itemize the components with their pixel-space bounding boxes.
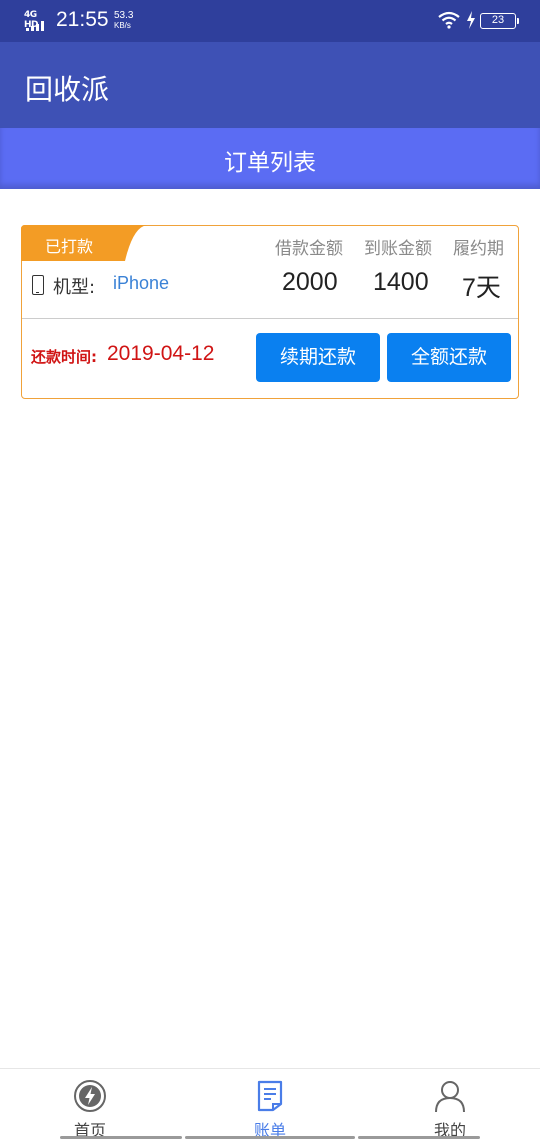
cellular-signal-icon: 4G HD — [24, 10, 50, 32]
status-badge-label: 已打款 — [45, 237, 94, 256]
home-indicator — [60, 1136, 182, 1139]
home-bolt-icon — [74, 1080, 106, 1112]
user-profile-icon — [435, 1081, 465, 1113]
renew-repay-button[interactable]: 续期还款 — [256, 333, 380, 382]
page-title: 订单列表 — [224, 150, 316, 176]
speed-value: 53.3 — [114, 10, 134, 21]
full-repay-button[interactable]: 全额还款 — [387, 333, 511, 382]
due-date-value: 2019-04-12 — [107, 342, 215, 365]
wifi-icon — [438, 11, 460, 29]
battery-level: 23 — [491, 14, 505, 26]
received-amount-header: 到账金额 — [364, 239, 432, 259]
status-badge: 已打款 — [21, 225, 147, 261]
loan-amount-header: 借款金额 — [275, 239, 343, 259]
term-value: 7天 — [462, 274, 501, 302]
charging-bolt-icon — [467, 11, 475, 29]
nav-item-home[interactable]: 首页 — [30, 1069, 150, 1140]
page-header: 订单列表 — [0, 128, 540, 189]
model-label: 机型: — [53, 277, 96, 298]
phone-icon — [32, 275, 44, 295]
due-date-label: 还款时间: — [31, 348, 97, 366]
battery-icon: 23 — [480, 13, 519, 29]
status-time: 21:55 — [56, 8, 109, 31]
nav-item-mine[interactable]: 我的 — [390, 1069, 510, 1140]
model-value: iPhone — [113, 273, 170, 293]
network-speed: 53.3 KB/s — [114, 11, 133, 31]
loan-amount-value: 2000 — [282, 268, 338, 296]
speed-unit: KB/s — [114, 21, 131, 30]
bill-document-icon — [257, 1080, 283, 1112]
status-bar: 4G HD 21:55 53.3 KB/s 23 — [0, 0, 540, 42]
order-card[interactable]: 已打款 借款金额 到账金额 履约期 机型: iPhone 2000 1400 7… — [21, 225, 519, 399]
bottom-nav: 首页 账单 我的 — [0, 1068, 540, 1140]
nav-item-bill[interactable]: 账单 — [210, 1069, 330, 1140]
app-bar: 回收派 — [0, 42, 540, 128]
term-header: 履约期 — [453, 239, 504, 259]
divider — [22, 318, 518, 319]
app-title: 回收派 — [25, 73, 110, 106]
home-indicator — [358, 1136, 480, 1139]
received-amount-value: 1400 — [373, 268, 429, 296]
home-indicator — [185, 1136, 355, 1139]
